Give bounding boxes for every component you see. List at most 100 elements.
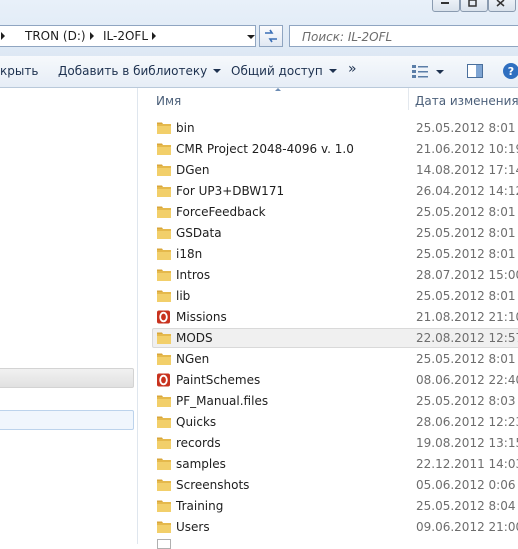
search-box[interactable]	[289, 25, 518, 47]
file-icon	[157, 539, 171, 549]
column-header: Имя Дата изменения	[138, 88, 518, 114]
file-row[interactable]: i18n 25.05.2012 8:01	[150, 244, 518, 265]
refresh-button[interactable]	[259, 25, 283, 47]
file-date: 28.06.2012 12:23	[416, 415, 518, 429]
folder-icon	[157, 269, 171, 281]
file-name: Quicks	[176, 415, 217, 429]
file-row[interactable]: NGen 25.05.2012 8:01	[150, 349, 518, 370]
file-date: 08.06.2012 22:40	[416, 373, 518, 387]
file-name: PaintSchemes	[176, 373, 261, 387]
column-header-date[interactable]: Дата изменения	[415, 94, 518, 108]
column-divider[interactable]	[408, 88, 409, 110]
file-name: GSData	[176, 226, 222, 240]
file-row[interactable]: samples 22.12.2011 14:03	[150, 454, 518, 475]
opera-folder-icon	[157, 310, 170, 324]
file-name: DGen	[176, 163, 210, 177]
share-button[interactable]: Общий доступ	[231, 64, 337, 78]
file-row[interactable]: Training 25.05.2012 8:04	[150, 496, 518, 517]
command-bar: крыть Добавить в библиотеку Общий доступ…	[0, 56, 518, 88]
close-button[interactable]	[488, 0, 516, 12]
file-name: Intros	[176, 268, 211, 282]
column-header-name[interactable]: Имя	[156, 94, 181, 108]
chevron-down-icon	[328, 69, 337, 73]
file-row[interactable]: MODS 22.08.2012 12:57	[150, 328, 518, 349]
file-row[interactable]: Screenshots 05.06.2012 0:06	[150, 475, 518, 496]
view-details-icon	[412, 65, 428, 78]
file-row[interactable]: PaintSchemes 08.06.2012 22:40	[150, 370, 518, 391]
svg-text:?: ?	[508, 65, 514, 78]
folder-icon	[157, 500, 171, 512]
file-name: ForceFeedback	[176, 205, 266, 219]
file-row[interactable]: Users 09.06.2012 21:00	[150, 517, 518, 538]
help-button[interactable]: ?	[502, 62, 518, 83]
refresh-icon	[265, 29, 277, 43]
file-row[interactable]: bin 25.05.2012 8:01	[150, 118, 518, 139]
file-row[interactable]: ForceFeedback 25.05.2012 8:01	[150, 202, 518, 223]
breadcrumb-arrow-icon[interactable]	[90, 32, 94, 40]
file-row[interactable]: GSData 25.05.2012 8:01	[150, 223, 518, 244]
file-date: 25.05.2012 8:01	[416, 352, 516, 366]
file-name: Users	[176, 520, 210, 534]
open-button[interactable]: крыть	[0, 64, 38, 78]
breadcrumb-folder[interactable]: IL-2OFL	[103, 29, 148, 43]
preview-pane-button[interactable]	[467, 64, 483, 81]
minimize-icon	[441, 2, 449, 4]
folder-icon	[157, 395, 171, 407]
file-row[interactable]: lib 25.05.2012 8:01	[150, 286, 518, 307]
file-name: i18n	[176, 247, 203, 261]
nav-item-hover[interactable]	[0, 368, 134, 388]
file-date: 25.05.2012 8:01	[416, 289, 516, 303]
file-name: Screenshots	[176, 478, 250, 492]
view-options-button[interactable]	[412, 64, 428, 81]
file-row[interactable]: For UP3+DBW171 26.04.2012 14:12	[150, 181, 518, 202]
file-date: 25.05.2012 8:03	[416, 394, 516, 408]
file-name: bin	[176, 121, 195, 135]
file-date: 09.06.2012 21:00	[416, 520, 518, 534]
file-date: 25.05.2012 8:01	[416, 121, 516, 135]
file-name: records	[176, 436, 221, 450]
file-row[interactable]: DGen 14.08.2012 17:14	[150, 160, 518, 181]
folder-icon	[157, 290, 171, 302]
file-name: CMR Project 2048-4096 v. 1.0	[176, 142, 354, 156]
close-icon	[496, 0, 505, 7]
file-date: 22.12.2011 14:03	[416, 457, 518, 471]
breadcrumb-arrow-icon[interactable]	[152, 32, 156, 40]
folder-icon	[157, 227, 171, 239]
file-date: 25.05.2012 8:01	[416, 247, 516, 261]
nav-item-selected[interactable]	[0, 410, 134, 430]
address-box[interactable]: TRON (D:) IL-2OFL	[0, 25, 256, 47]
chevron-down-icon[interactable]	[436, 70, 444, 74]
folder-icon	[157, 248, 171, 260]
file-name: PF_Manual.files	[176, 394, 269, 408]
chevron-down-icon	[213, 69, 222, 73]
add-to-library-button[interactable]: Добавить в библиотеку	[58, 64, 222, 78]
file-name: Training	[176, 499, 224, 513]
file-date: 21.06.2012 10:19	[416, 142, 518, 156]
address-dropdown-icon[interactable]	[247, 35, 255, 39]
file-row[interactable]: CMR Project 2048-4096 v. 1.0 21.06.2012 1…	[150, 139, 518, 160]
folder-icon	[157, 206, 171, 218]
file-date: 25.05.2012 8:01	[416, 205, 516, 219]
folder-icon	[157, 437, 171, 449]
file-name: samples	[176, 457, 226, 471]
file-row[interactable]: Intros 28.07.2012 15:00	[150, 265, 518, 286]
file-row[interactable]: PF_Manual.files 25.05.2012 8:03	[150, 391, 518, 412]
file-date: 25.05.2012 8:01	[416, 226, 516, 240]
file-date: 19.08.2012 13:15	[416, 436, 518, 450]
file-row[interactable]: records 19.08.2012 13:15	[150, 433, 518, 454]
folder-icon	[157, 458, 171, 470]
file-name: MODS	[176, 331, 213, 345]
more-commands-button[interactable]: »	[348, 61, 357, 77]
file-row[interactable]: Missions 21.08.2012 21:10	[150, 307, 518, 328]
maximize-button[interactable]	[460, 0, 488, 12]
search-input[interactable]	[300, 28, 504, 46]
breadcrumb-drive[interactable]: TRON (D:)	[25, 29, 86, 43]
file-row[interactable]: Quicks 28.06.2012 12:23	[150, 412, 518, 433]
navigation-pane[interactable]	[0, 88, 138, 544]
breadcrumb-arrow-icon[interactable]	[1, 32, 5, 40]
file-date: 25.05.2012 8:04	[416, 499, 516, 513]
minimize-button[interactable]	[432, 0, 460, 12]
file-date: 28.07.2012 15:00	[416, 268, 518, 282]
folder-icon	[157, 479, 171, 491]
folder-icon	[157, 332, 171, 344]
